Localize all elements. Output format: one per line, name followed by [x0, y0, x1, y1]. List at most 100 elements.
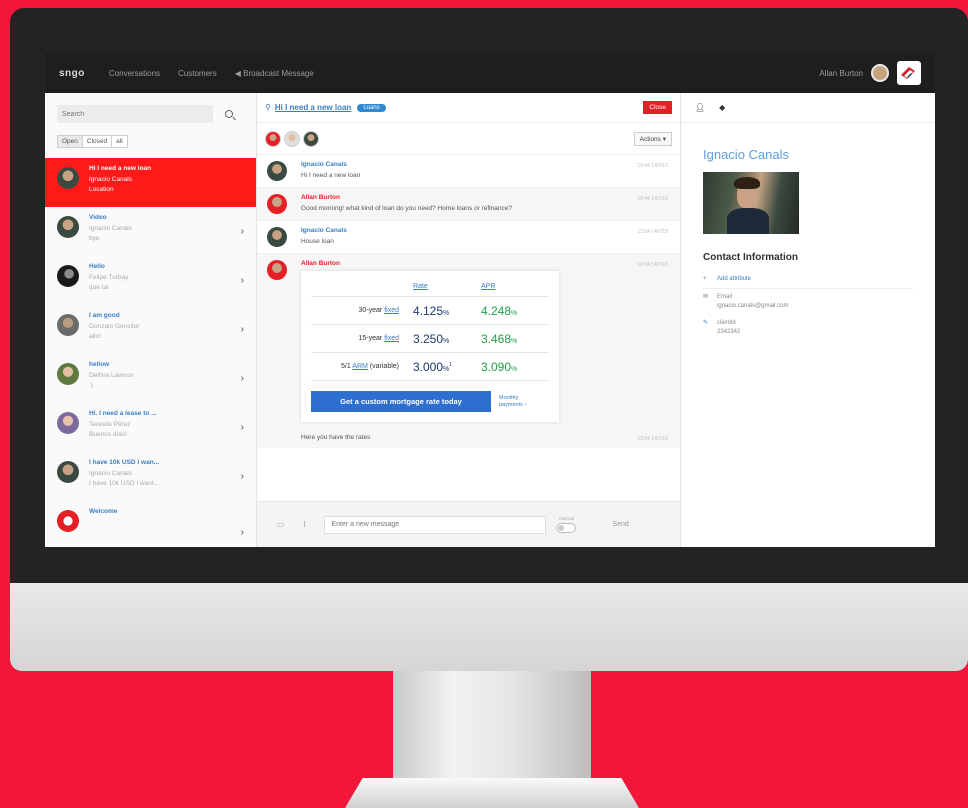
apr-value: 4.248 — [481, 304, 549, 318]
custom-rate-button[interactable]: Get a custom mortgage rate today — [311, 391, 491, 412]
rate-type-link[interactable]: ARM — [352, 363, 368, 370]
avatar — [57, 461, 79, 483]
contact-name: Ignacio Canals — [703, 147, 789, 162]
rate-footnote: 1 — [449, 361, 453, 368]
top-nav: sngo Conversations Customers ◀ Broadcast… — [45, 53, 935, 93]
rate-type-link[interactable]: fixed — [384, 307, 399, 314]
avatar — [57, 265, 79, 287]
filter-group: Open Closed all — [45, 131, 256, 158]
conversation-title: Video — [89, 214, 107, 221]
conversation-title[interactable]: Hi I need a new loan — [275, 103, 351, 112]
conversation-item[interactable]: Hi I need a new loan Ignacio Canals Loca… — [45, 158, 256, 207]
rate-column-header[interactable]: Rate — [409, 283, 481, 290]
participants-bar: Actions ▾ — [257, 123, 680, 155]
attachment-icon[interactable]: ⌇ — [303, 520, 307, 529]
conversation-customer: Teresita Pérez — [89, 420, 131, 428]
monthly-payments-link[interactable]: Monthly payments › — [499, 395, 526, 409]
conversation-panel: ⚲ Hi I need a new loan Loans Close Actio… — [257, 93, 681, 547]
conversation-header: ⚲ Hi I need a new loan Loans Close — [257, 93, 680, 123]
clientid-attribute: ✎ clientid 2342342 — [681, 315, 935, 341]
internal-toggle-group: Internal — [556, 516, 577, 533]
email-value[interactable]: ignacio.canals@gmail.com — [717, 303, 788, 309]
conversation-customer: Ignacio Canals — [89, 224, 132, 232]
app-logo[interactable]: sngo — [59, 68, 85, 79]
email-icon: ✉ — [703, 294, 709, 300]
conversation-preview: Buenos días! — [89, 431, 127, 438]
canned-response-icon[interactable]: ▭ — [277, 520, 285, 529]
monitor-stand-base — [345, 778, 639, 808]
rate-row: 5/1 ARM (variable) 3.000%1 3.090 — [311, 353, 549, 381]
conversation-item[interactable]: hellow Delfina Lawson :) › — [45, 354, 256, 403]
participant-avatar[interactable] — [265, 130, 281, 147]
monitor-chin — [10, 583, 968, 671]
search-input[interactable] — [57, 105, 213, 123]
avatar — [267, 194, 287, 214]
conversation-item[interactable]: Welcome › — [45, 501, 256, 547]
conversation-preview: bye — [89, 235, 100, 242]
message-author: Ignacio Canals — [301, 161, 347, 168]
monitor-stand-neck — [393, 671, 591, 778]
nav-customers[interactable]: Customers — [178, 69, 217, 78]
plus-icon: + — [703, 276, 707, 282]
conversation-item[interactable]: Video Ignacio Canals bye › — [45, 207, 256, 256]
user-avatar[interactable] — [871, 64, 889, 82]
megaphone-icon: ◀ — [234, 68, 241, 78]
filter-all[interactable]: all — [111, 135, 128, 148]
rate-row: 30-year fixed 4.125 4.248 — [311, 297, 549, 325]
conversation-item[interactable]: Hi. I need a lease to ... Teresita Pérez… — [45, 403, 256, 452]
conversation-customer: Felipe Turbay — [89, 273, 129, 281]
conversation-customer: Gonzalo Gensitor — [89, 322, 140, 330]
chevron-right-icon: › — [240, 422, 244, 433]
message-text: Here you have the rates — [301, 434, 371, 441]
apr-value: 3.468 — [481, 332, 549, 346]
nav-conversations[interactable]: Conversations — [109, 69, 160, 78]
conversation-item[interactable]: I have 10k USD I wan... Ignacio Canals I… — [45, 452, 256, 501]
tab-contact-person-icon[interactable]: 👤︎ — [695, 103, 705, 112]
nav-broadcast-label: Broadcast Message — [243, 68, 314, 78]
nav-broadcast[interactable]: ◀ Broadcast Message — [235, 69, 314, 78]
chevron-right-icon: › — [240, 275, 244, 286]
apr-column-header[interactable]: APR — [481, 283, 549, 290]
conversation-preview: que tal — [89, 284, 109, 291]
search-icon[interactable] — [225, 110, 233, 118]
rate-term: 15-year fixed — [358, 335, 399, 342]
internal-toggle[interactable] — [556, 523, 577, 533]
email-attribute: ✉ Email ignacio.canals@gmail.com — [681, 289, 935, 315]
actions-dropdown[interactable]: Actions ▾ — [633, 131, 672, 146]
message-input[interactable] — [324, 515, 547, 534]
conversation-item[interactable]: Hello Felipe Turbay que tal › — [45, 256, 256, 305]
close-conversation-button[interactable]: Close — [643, 101, 672, 114]
tab-tags-icon[interactable]: ◆ — [719, 103, 725, 112]
avatar — [267, 227, 287, 247]
conversation-customer: Delfina Lawson — [89, 371, 134, 379]
conversation-title: Hello — [89, 263, 105, 270]
participant-avatar[interactable] — [284, 130, 300, 147]
conversation-tag[interactable]: Loans — [357, 103, 386, 112]
user-name[interactable]: Allan Burton — [819, 69, 863, 78]
conversation-item[interactable]: I am good Gonzalo Gensitor allo! › — [45, 305, 256, 354]
message-text: Good morning! what kind of loan do you n… — [301, 205, 513, 212]
avatar — [57, 314, 79, 336]
contact-tabs: 👤︎ ◆ — [681, 93, 935, 123]
send-button[interactable]: Send — [612, 521, 628, 528]
clientid-label: clientid — [717, 320, 736, 326]
avatar — [267, 260, 287, 280]
message-author: Ignacio Canals — [301, 227, 347, 234]
rate-type-link[interactable]: fixed — [384, 335, 399, 342]
conversation-preview: Location — [89, 186, 114, 193]
pencil-icon[interactable]: ✎ — [703, 319, 717, 337]
apr-value: 3.090 — [481, 360, 549, 374]
mortgage-rate-card: Rate APR 30-year fixed 4.125 4.248 15-ye… — [301, 271, 559, 422]
contact-panel: 👤︎ ◆ Ignacio Canals Contact Information … — [681, 93, 935, 547]
clientid-value[interactable]: 2342342 — [717, 329, 740, 335]
message: Allan Burton Good morning! what kind of … — [257, 188, 680, 221]
message-text: Hi I need a new loan — [301, 172, 361, 179]
participant-avatar[interactable] — [303, 130, 319, 147]
filter-open[interactable]: Open — [57, 135, 83, 148]
conversation-title: I am good — [89, 312, 120, 319]
rate-value: 3.000%1 — [413, 359, 453, 374]
filter-closed[interactable]: Closed — [81, 135, 113, 148]
internal-label: Internal — [558, 516, 574, 521]
chevron-right-icon: › — [240, 527, 244, 538]
add-attribute-link[interactable]: + Add attribute — [681, 271, 935, 288]
